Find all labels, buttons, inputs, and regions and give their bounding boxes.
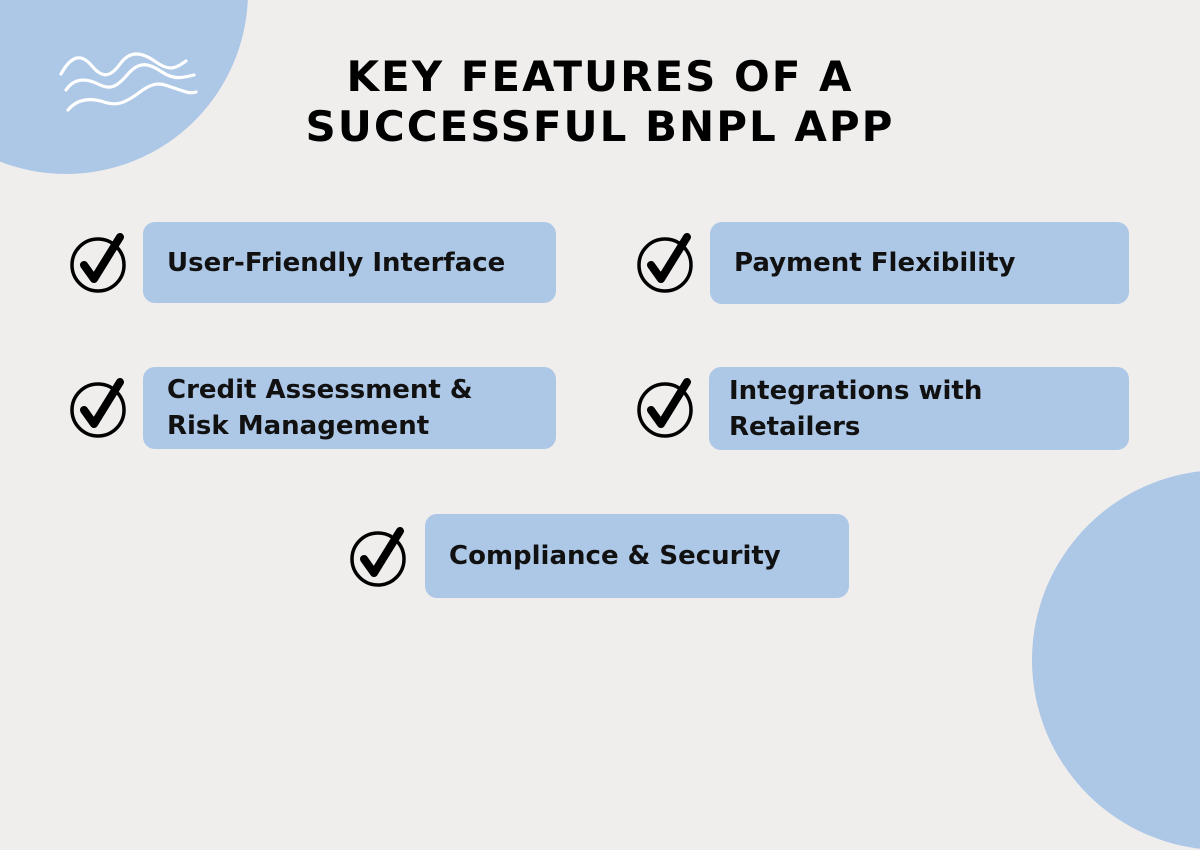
circled-check-icon: [637, 233, 693, 293]
feature-box: Credit Assessment & Risk Management: [143, 367, 556, 449]
feature-box: Compliance & Security: [425, 514, 849, 598]
feature-label: Payment Flexibility: [734, 248, 1016, 278]
page-title: KEY FEATURES OF A SUCCESSFUL BNPL APP: [0, 52, 1200, 152]
decorative-circle-bottom-right: [1032, 470, 1200, 850]
feature-box: User-Friendly Interface: [143, 222, 556, 303]
feature-box: Payment Flexibility: [710, 222, 1129, 304]
circled-check-icon: [70, 378, 126, 438]
feature-label: Compliance & Security: [449, 541, 781, 571]
feature-box: Integrations with Retailers: [709, 367, 1129, 450]
feature-label: User-Friendly Interface: [167, 247, 506, 278]
title-line-1: KEY FEATURES OF A: [346, 52, 854, 101]
feature-label: Integrations with Retailers: [729, 375, 983, 442]
circled-check-icon: [350, 527, 406, 587]
feature-label: Credit Assessment & Risk Management: [167, 375, 473, 441]
title-line-2: SUCCESSFUL BNPL APP: [305, 102, 895, 151]
circled-check-icon: [637, 378, 693, 438]
circled-check-icon: [70, 233, 126, 293]
